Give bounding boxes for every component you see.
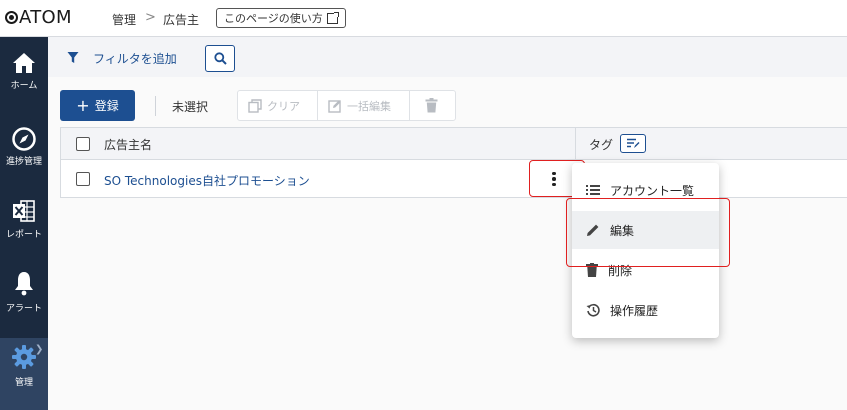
home-icon <box>13 53 35 73</box>
list-icon <box>586 185 600 195</box>
selection-status: 未選択 <box>172 100 209 114</box>
logo-mark-icon <box>5 11 18 24</box>
sidebar-item-label: アラート <box>5 304 42 314</box>
gear-icon <box>12 345 36 369</box>
search-icon <box>213 52 227 65</box>
clear-button[interactable]: クリア <box>248 90 300 121</box>
delete-button[interactable] <box>425 90 438 121</box>
highlight-box-edit <box>566 198 730 267</box>
breadcrumb-advertiser: 広告主 <box>163 13 200 27</box>
filter-icon[interactable] <box>67 51 79 67</box>
trash-icon <box>425 98 438 113</box>
column-divider <box>575 128 576 160</box>
bulk-edit-label: 一括編集 <box>347 99 391 113</box>
table-header <box>61 128 847 160</box>
external-link-icon <box>326 11 339 24</box>
howto-button[interactable]: このページの使い方 <box>216 8 346 28</box>
bulk-edit-button[interactable]: 一括編集 <box>328 90 391 121</box>
bell-icon <box>15 272 33 296</box>
chevron-right-icon: ❯ <box>35 344 44 355</box>
breadcrumb-separator: > <box>145 10 156 25</box>
tag-sort-button[interactable] <box>620 134 646 153</box>
sidebar-item-label: 進捗管理 <box>5 157 42 167</box>
history-icon <box>586 303 600 317</box>
sidebar-item-label: 管理 <box>14 378 33 388</box>
sidebar-item-label: ホーム <box>10 81 38 91</box>
compass-icon <box>12 127 36 151</box>
sidebar-item-progress[interactable]: 進捗管理 <box>0 126 48 198</box>
register-button[interactable]: + 登録 <box>60 90 135 121</box>
sidebar-item-label: レポート <box>5 230 42 240</box>
sort-list-icon <box>627 138 640 148</box>
atom-logo[interactable]: ATOM <box>5 7 72 28</box>
search-button[interactable] <box>205 45 235 72</box>
menu-item-label: アカウント一覧 <box>610 183 695 198</box>
row-checkbox[interactable] <box>76 172 90 186</box>
register-label: 登録 <box>94 99 119 113</box>
select-all-checkbox[interactable] <box>76 137 90 151</box>
column-header-tag[interactable]: タグ <box>589 136 613 153</box>
menu-item-history[interactable]: 操作履歴 <box>586 295 658 325</box>
howto-label: このページの使い方 <box>224 12 323 25</box>
advertiser-name-link[interactable]: SO Technologies自社プロモーション <box>104 172 310 189</box>
plus-icon: + <box>76 95 90 115</box>
sidebar-item-home[interactable]: ホーム <box>0 52 48 124</box>
excel-icon <box>13 200 35 222</box>
action-divider <box>317 91 318 120</box>
column-header-advertiser-name[interactable]: 広告主名 <box>104 136 152 153</box>
sidebar-item-report[interactable]: レポート <box>0 199 48 271</box>
toolbar-divider <box>155 96 156 116</box>
breadcrumb-admin[interactable]: 管理 <box>112 11 136 28</box>
clear-label: クリア <box>267 99 300 113</box>
add-filter-link[interactable]: フィルタを追加 <box>93 50 177 67</box>
menu-item-label: 操作履歴 <box>610 303 659 318</box>
logo-text: ATOM <box>19 7 72 28</box>
copy-icon <box>248 98 262 113</box>
edit-box-icon <box>328 99 341 113</box>
action-divider <box>409 91 410 120</box>
sidebar-item-alert[interactable]: アラート <box>0 270 48 342</box>
